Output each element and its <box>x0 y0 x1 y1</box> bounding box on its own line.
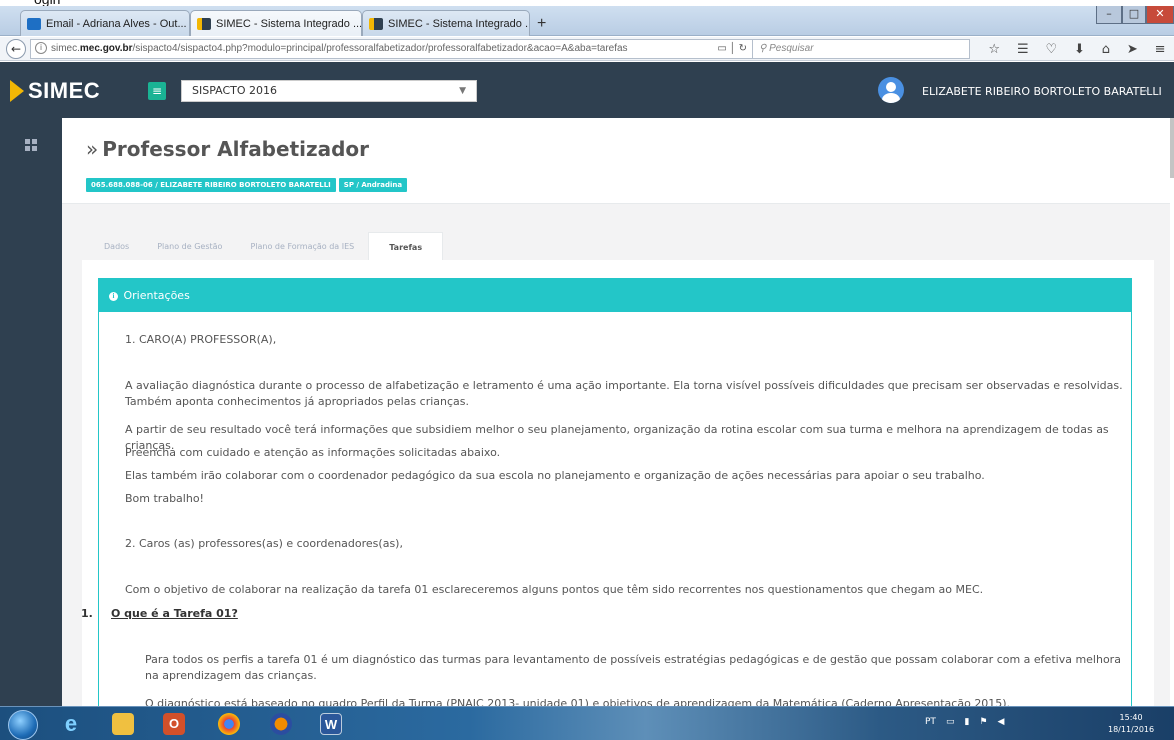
program-select-value: SISPACTO 2016 <box>192 84 278 97</box>
logo-text: SIMEC <box>28 78 101 103</box>
paragraph: Com o objetivo de colaborar na realizaçã… <box>125 583 984 596</box>
browser-tab-label: SIMEC - Sistema Integrado ... <box>216 17 362 30</box>
site-info-icon[interactable]: i <box>35 42 47 55</box>
scrollbar-thumb[interactable] <box>1170 118 1174 178</box>
word-icon[interactable]: W <box>320 713 342 735</box>
paragraph: 1. CARO(A) PROFESSOR(A), <box>125 333 277 346</box>
browser-tab-simec-active[interactable]: SIMEC - Sistema Integrado ... ✕ <box>190 10 362 36</box>
tab-dados[interactable]: Dados <box>90 232 143 260</box>
paragraph: Preencha com cuidado e atenção as inform… <box>125 446 501 459</box>
paragraph: Elas também irão colaborar com o coorden… <box>125 469 985 482</box>
volume-icon[interactable]: ◀ <box>997 717 1004 727</box>
tab-plano-de-formacao[interactable]: Plano de Formação da IES <box>236 232 368 260</box>
page-header: » Professor Alfabetizador 065.688.088-06 … <box>62 118 1170 204</box>
close-window-icon[interactable]: ✕ <box>1146 6 1174 24</box>
teacher-badge: 065.688.088-06 / ELIZABETE RIBEIRO BORTO… <box>86 178 336 192</box>
browser-toolbar-icons: ☆ ☰ ♡ ⬇ ⌂ ➤ ≡ <box>980 40 1174 58</box>
chrome-icon[interactable] <box>218 713 240 735</box>
clock-time: 15:40 <box>1119 713 1143 722</box>
simec-logo[interactable]: SIMEC <box>10 78 100 104</box>
maximize-icon[interactable]: □ <box>1122 6 1146 24</box>
question-title: O que é a Tarefa 01? <box>101 606 238 622</box>
folder-icon[interactable] <box>112 713 134 735</box>
question-number: 1. <box>81 607 93 620</box>
user-avatar[interactable] <box>878 77 904 103</box>
browser-tab-email[interactable]: Email - Adriana Alves - Out... ✕ <box>20 10 190 36</box>
info-icon: i <box>109 291 118 301</box>
paragraph: Bom trabalho! <box>125 492 204 505</box>
paragraph: 2. Caros (as) professores(as) e coordena… <box>125 537 403 550</box>
url-host: mec.gov.br <box>79 43 133 54</box>
home-icon[interactable]: ⌂ <box>1102 42 1110 57</box>
url-bar[interactable]: i simec.mec.gov.br/sispacto4/sispacto4.ph… <box>30 39 756 59</box>
browser-tab-label: Email - Adriana Alves - Out... <box>46 17 187 30</box>
outlook-icon <box>27 17 41 30</box>
browser-tab-bar: Email - Adriana Alves - Out... ✕ SIMEC -… <box>0 6 1174 36</box>
hamburger-menu-icon[interactable]: ≡ <box>1155 42 1166 57</box>
minimize-icon[interactable]: – <box>1096 6 1122 24</box>
user-menu-chevron-icon[interactable]: ⌄ <box>1143 84 1151 95</box>
main-content: » Professor Alfabetizador 065.688.088-06 … <box>62 118 1170 706</box>
paragraph: Para todos os perfis a tarefa 01 é um di… <box>145 653 1121 682</box>
sidebar <box>0 118 62 706</box>
outlook-icon[interactable]: O <box>163 713 185 735</box>
browser-tab-label: SIMEC - Sistema Integrado ... <box>388 17 530 30</box>
orientations-panel: i Orientações 1. CARO(A) PROFESSOR(A), A… <box>81 278 1132 706</box>
location-badge: SP / Andradina <box>338 178 408 192</box>
start-button[interactable] <box>8 710 38 740</box>
search-placeholder: Pesquisar <box>769 43 814 54</box>
panel-heading-text: Orientações <box>123 289 190 302</box>
ie-icon[interactable]: e <box>60 713 82 735</box>
grid-menu-icon[interactable] <box>25 139 37 151</box>
back-arrow-icon[interactable]: ← <box>6 39 26 59</box>
share-icon[interactable]: ➤ <box>1127 42 1138 57</box>
new-tab-button[interactable]: + <box>537 15 546 33</box>
network-icon[interactable]: ▮ <box>964 717 969 727</box>
page-title: » Professor Alfabetizador <box>86 137 369 161</box>
browser-search-field[interactable]: ⚲ Pesquisar <box>752 39 970 59</box>
logo-chevron-icon <box>10 80 24 102</box>
download-icon[interactable]: ⬇ <box>1074 42 1085 57</box>
flag-icon[interactable]: ⚑ <box>979 717 987 727</box>
panel-heading: i Orientações <box>99 279 1131 312</box>
bookmark-star-icon[interactable]: ☆ <box>988 42 1000 57</box>
system-tray: PT ▭ ▮ ⚑ ◀ <box>925 717 1004 727</box>
badge-row: 065.688.088-06 / ELIZABETE RIBEIRO BORTO… <box>86 178 410 192</box>
chevron-down-icon: ▼ <box>459 86 466 96</box>
page-title-text: Professor Alfabetizador <box>102 137 370 161</box>
question-title-text: O que é a Tarefa 01? <box>111 607 238 620</box>
url-host-prefix: simec. <box>51 43 80 54</box>
windows-taskbar: e O W PT ▭ ▮ ⚑ ◀ 15:40 18/11/2016 <box>0 706 1174 740</box>
content-box: Dados Plano de Gestão Plano de Formação … <box>81 232 1154 706</box>
program-select[interactable]: SISPACTO 2016 ▼ <box>181 80 477 102</box>
search-icon: ⚲ <box>759 43 770 54</box>
reader-reload-icons[interactable]: ▭ │ ↻ <box>717 40 747 58</box>
pocket-icon[interactable]: ♡ <box>1045 42 1057 57</box>
tab-plano-de-gestao[interactable]: Plano de Gestão <box>143 232 236 260</box>
clock-date: 18/11/2016 <box>1108 725 1155 734</box>
page-title-prefix: » <box>86 137 99 161</box>
paragraph: A avaliação diagnóstica durante o proces… <box>125 379 1123 408</box>
paragraph: O diagnóstico está baseado no quadro Per… <box>145 697 1011 706</box>
keyboard-icon[interactable]: ▭ <box>946 717 955 727</box>
user-name[interactable]: ELIZABETE RIBEIRO BORTOLETO BARATELLI <box>922 85 1162 98</box>
firefox-icon[interactable] <box>270 713 292 735</box>
simec-favicon <box>197 17 211 30</box>
clock[interactable]: 15:40 18/11/2016 <box>1108 712 1154 736</box>
simec-favicon <box>369 17 383 30</box>
menu-toggle-button[interactable]: ≡ <box>148 82 166 100</box>
browser-tab-simec[interactable]: SIMEC - Sistema Integrado ... ✕ <box>362 10 530 36</box>
app-header: SIMEC ≡ SISPACTO 2016 ▼ ELIZABETE RIBEIR… <box>0 62 1174 118</box>
language-indicator[interactable]: PT <box>925 717 936 727</box>
url-path: /sispacto4/sispacto4.php?modulo=principa… <box>132 43 628 54</box>
tab-tarefas[interactable]: Tarefas <box>368 232 444 260</box>
window-controls: – □ ✕ <box>1096 6 1174 26</box>
page-tabs: Dados Plano de Gestão Plano de Formação … <box>82 232 1154 260</box>
browser-navigation-bar: ← i simec.mec.gov.br/sispacto4/sispacto4.… <box>0 37 1174 61</box>
bookmarks-list-icon[interactable]: ☰ <box>1017 42 1029 57</box>
